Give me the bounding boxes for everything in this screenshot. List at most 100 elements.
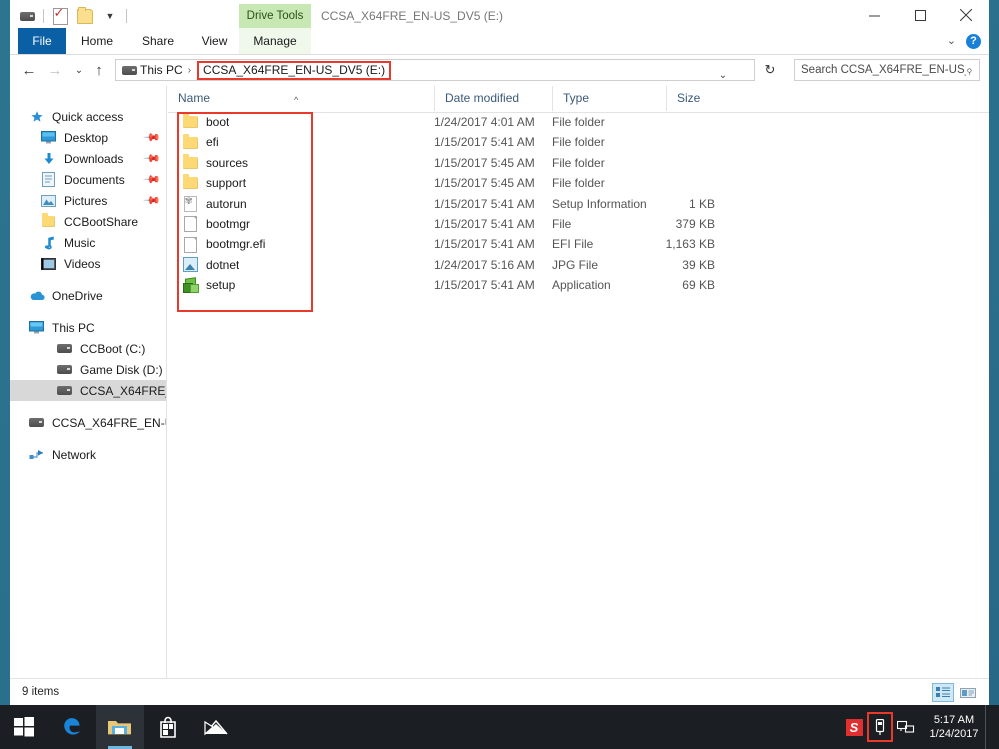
sidebar-item-ccsa-drive-selected[interactable]: CCSA_X64FRE_EN-U xyxy=(10,380,166,401)
sidebar-item-music[interactable]: Music xyxy=(10,232,166,253)
navigation-pane: Quick access Desktop 📌 Downloads 📌 xyxy=(10,86,167,678)
screen: ▼ Drive Tools CCSA_X64FRE_EN-US_DV5 (E:)… xyxy=(0,0,999,749)
pin-icon[interactable]: 📌 xyxy=(143,170,162,189)
start-button[interactable] xyxy=(0,705,48,749)
main-content: Quick access Desktop 📌 Downloads 📌 xyxy=(10,86,989,678)
drive-icon xyxy=(56,341,73,357)
table-row[interactable]: bootmgr.efi 1/15/2017 5:41 AM EFI File 1… xyxy=(168,234,989,254)
breadcrumb-this-pc[interactable]: This PC xyxy=(140,63,183,77)
sidebar-item-ccbootshare[interactable]: CCBootShare xyxy=(10,211,166,232)
file-name-cell[interactable]: bootmgr xyxy=(182,214,250,234)
minimize-icon[interactable] xyxy=(851,0,897,30)
sidebar-item-label: Quick access xyxy=(52,110,123,124)
file-type-cell: EFI File xyxy=(552,234,593,254)
forward-button[interactable]: → xyxy=(44,59,66,81)
table-row[interactable]: dotnet 1/24/2017 5:16 AM JPG File 39 KB xyxy=(168,255,989,275)
refresh-button[interactable]: ↻ xyxy=(760,59,780,81)
usb-eject-icon[interactable] xyxy=(867,712,893,742)
new-folder-icon[interactable] xyxy=(74,5,96,27)
taskbar: S 5:17 AM 1/24/2017 xyxy=(0,705,999,749)
file-name-cell[interactable]: efi xyxy=(182,132,219,152)
file-date-cell: 1/15/2017 5:45 AM xyxy=(434,173,535,193)
pin-icon[interactable]: 📌 xyxy=(143,191,162,210)
help-icon[interactable]: ? xyxy=(966,34,981,49)
tab-home[interactable]: Home xyxy=(72,28,122,54)
file-name-cell[interactable]: support xyxy=(182,173,246,193)
sidebar-item-documents[interactable]: Documents 📌 xyxy=(10,169,166,190)
sidebar-item-quick-access[interactable]: Quick access xyxy=(10,106,166,127)
file-date-cell: 1/15/2017 5:41 AM xyxy=(434,214,535,234)
file-size-cell: 1,163 KB xyxy=(638,234,715,254)
table-row[interactable]: support 1/15/2017 5:45 AM File folder xyxy=(168,173,989,193)
properties-icon[interactable] xyxy=(49,5,71,27)
file-type-cell: File xyxy=(552,214,571,234)
large-icons-view-icon[interactable] xyxy=(957,683,979,702)
sidebar-item-network[interactable]: Network xyxy=(10,444,166,465)
table-row[interactable]: sources 1/15/2017 5:45 AM File folder xyxy=(168,153,989,173)
maximize-icon[interactable] xyxy=(897,0,943,30)
sidebar-item-downloads[interactable]: Downloads 📌 xyxy=(10,148,166,169)
tab-manage[interactable]: Manage xyxy=(239,28,311,54)
sidebar-item-label: Pictures xyxy=(64,194,107,208)
pin-icon[interactable]: 📌 xyxy=(143,149,162,168)
sidebar-item-pictures[interactable]: Pictures 📌 xyxy=(10,190,166,211)
chevron-down-icon[interactable]: ⌄ xyxy=(947,36,956,47)
search-input[interactable]: Search CCSA_X64FRE_EN-US_... ⌕ xyxy=(794,59,980,81)
network-icon[interactable] xyxy=(893,705,919,749)
file-name-text: bootmgr.efi xyxy=(206,234,265,254)
pin-icon[interactable]: 📌 xyxy=(143,128,162,147)
close-icon[interactable] xyxy=(943,0,989,30)
show-desktop-button[interactable] xyxy=(985,705,993,749)
sidebar-item-ccsa-drive-root[interactable]: CCSA_X64FRE_EN-US xyxy=(10,412,166,433)
snagit-icon[interactable]: S xyxy=(841,705,867,749)
file-name-cell[interactable]: autorun xyxy=(182,194,247,214)
details-view-icon[interactable] xyxy=(932,683,954,702)
clock-date: 1/24/2017 xyxy=(923,727,985,741)
sidebar-item-game-disk-d[interactable]: Game Disk (D:) xyxy=(10,359,166,380)
sidebar-item-label: CCSA_X64FRE_EN-U xyxy=(80,384,166,398)
address-input[interactable]: This PC › CCSA_X64FRE_EN-US_DV5 (E:) ⌄ xyxy=(115,59,755,81)
table-row[interactable]: setup 1/15/2017 5:41 AM Application 69 K… xyxy=(168,275,989,295)
store-button[interactable] xyxy=(144,705,192,749)
sidebar-item-this-pc[interactable]: This PC xyxy=(10,317,166,338)
file-list-pane: Name ^ Date modified Type Size boot 1/24… xyxy=(168,86,989,678)
tab-file[interactable]: File xyxy=(18,28,66,54)
table-row[interactable]: bootmgr 1/15/2017 5:41 AM File 379 KB xyxy=(168,214,989,234)
column-date-modified[interactable]: Date modified xyxy=(434,86,552,111)
tab-share[interactable]: Share xyxy=(132,28,184,54)
file-explorer-button[interactable] xyxy=(96,705,144,749)
desktop-icon xyxy=(40,130,57,146)
column-name[interactable]: Name ^ xyxy=(168,86,434,111)
file-name-cell[interactable]: sources xyxy=(182,153,248,173)
customize-chevron-icon[interactable]: ▼ xyxy=(99,5,121,27)
file-size-cell xyxy=(638,173,715,193)
contextual-tab-drive-tools[interactable]: Drive Tools xyxy=(239,4,311,28)
table-row[interactable]: boot 1/24/2017 4:01 AM File folder xyxy=(168,112,989,132)
taskbar-clock[interactable]: 5:17 AM 1/24/2017 xyxy=(919,713,985,741)
status-bar: 9 items xyxy=(10,678,989,705)
setup-information-icon xyxy=(182,196,198,212)
sidebar-item-onedrive[interactable]: OneDrive xyxy=(10,285,166,306)
drive-icon[interactable] xyxy=(16,5,38,27)
sidebar-item-desktop[interactable]: Desktop 📌 xyxy=(10,127,166,148)
table-row[interactable]: autorun 1/15/2017 5:41 AM Setup Informat… xyxy=(168,194,989,214)
back-button[interactable]: ← xyxy=(18,59,40,81)
column-size[interactable]: Size xyxy=(666,86,746,111)
mail-button[interactable] xyxy=(192,705,240,749)
sidebar-item-ccboot-c[interactable]: CCBoot (C:) xyxy=(10,338,166,359)
tab-view[interactable]: View xyxy=(192,28,237,54)
file-name-cell[interactable]: dotnet xyxy=(182,255,239,275)
breadcrumb-separator: › xyxy=(188,65,191,76)
search-placeholder: Search CCSA_X64FRE_EN-US_... xyxy=(801,64,966,76)
file-name-cell[interactable]: boot xyxy=(182,112,229,132)
edge-button[interactable] xyxy=(48,705,96,749)
table-row[interactable]: efi 1/15/2017 5:41 AM File folder xyxy=(168,132,989,152)
up-button[interactable]: ↑ xyxy=(88,59,110,81)
recent-locations-button[interactable]: ⌄ xyxy=(68,59,90,81)
address-dropdown-icon[interactable]: ⌄ xyxy=(714,64,732,86)
file-name-cell[interactable]: setup xyxy=(182,275,235,295)
file-name-cell[interactable]: bootmgr.efi xyxy=(182,234,265,254)
sidebar-item-videos[interactable]: Videos xyxy=(10,253,166,274)
breadcrumb-current[interactable]: CCSA_X64FRE_EN-US_DV5 (E:) xyxy=(197,61,391,80)
column-type[interactable]: Type xyxy=(552,86,666,111)
